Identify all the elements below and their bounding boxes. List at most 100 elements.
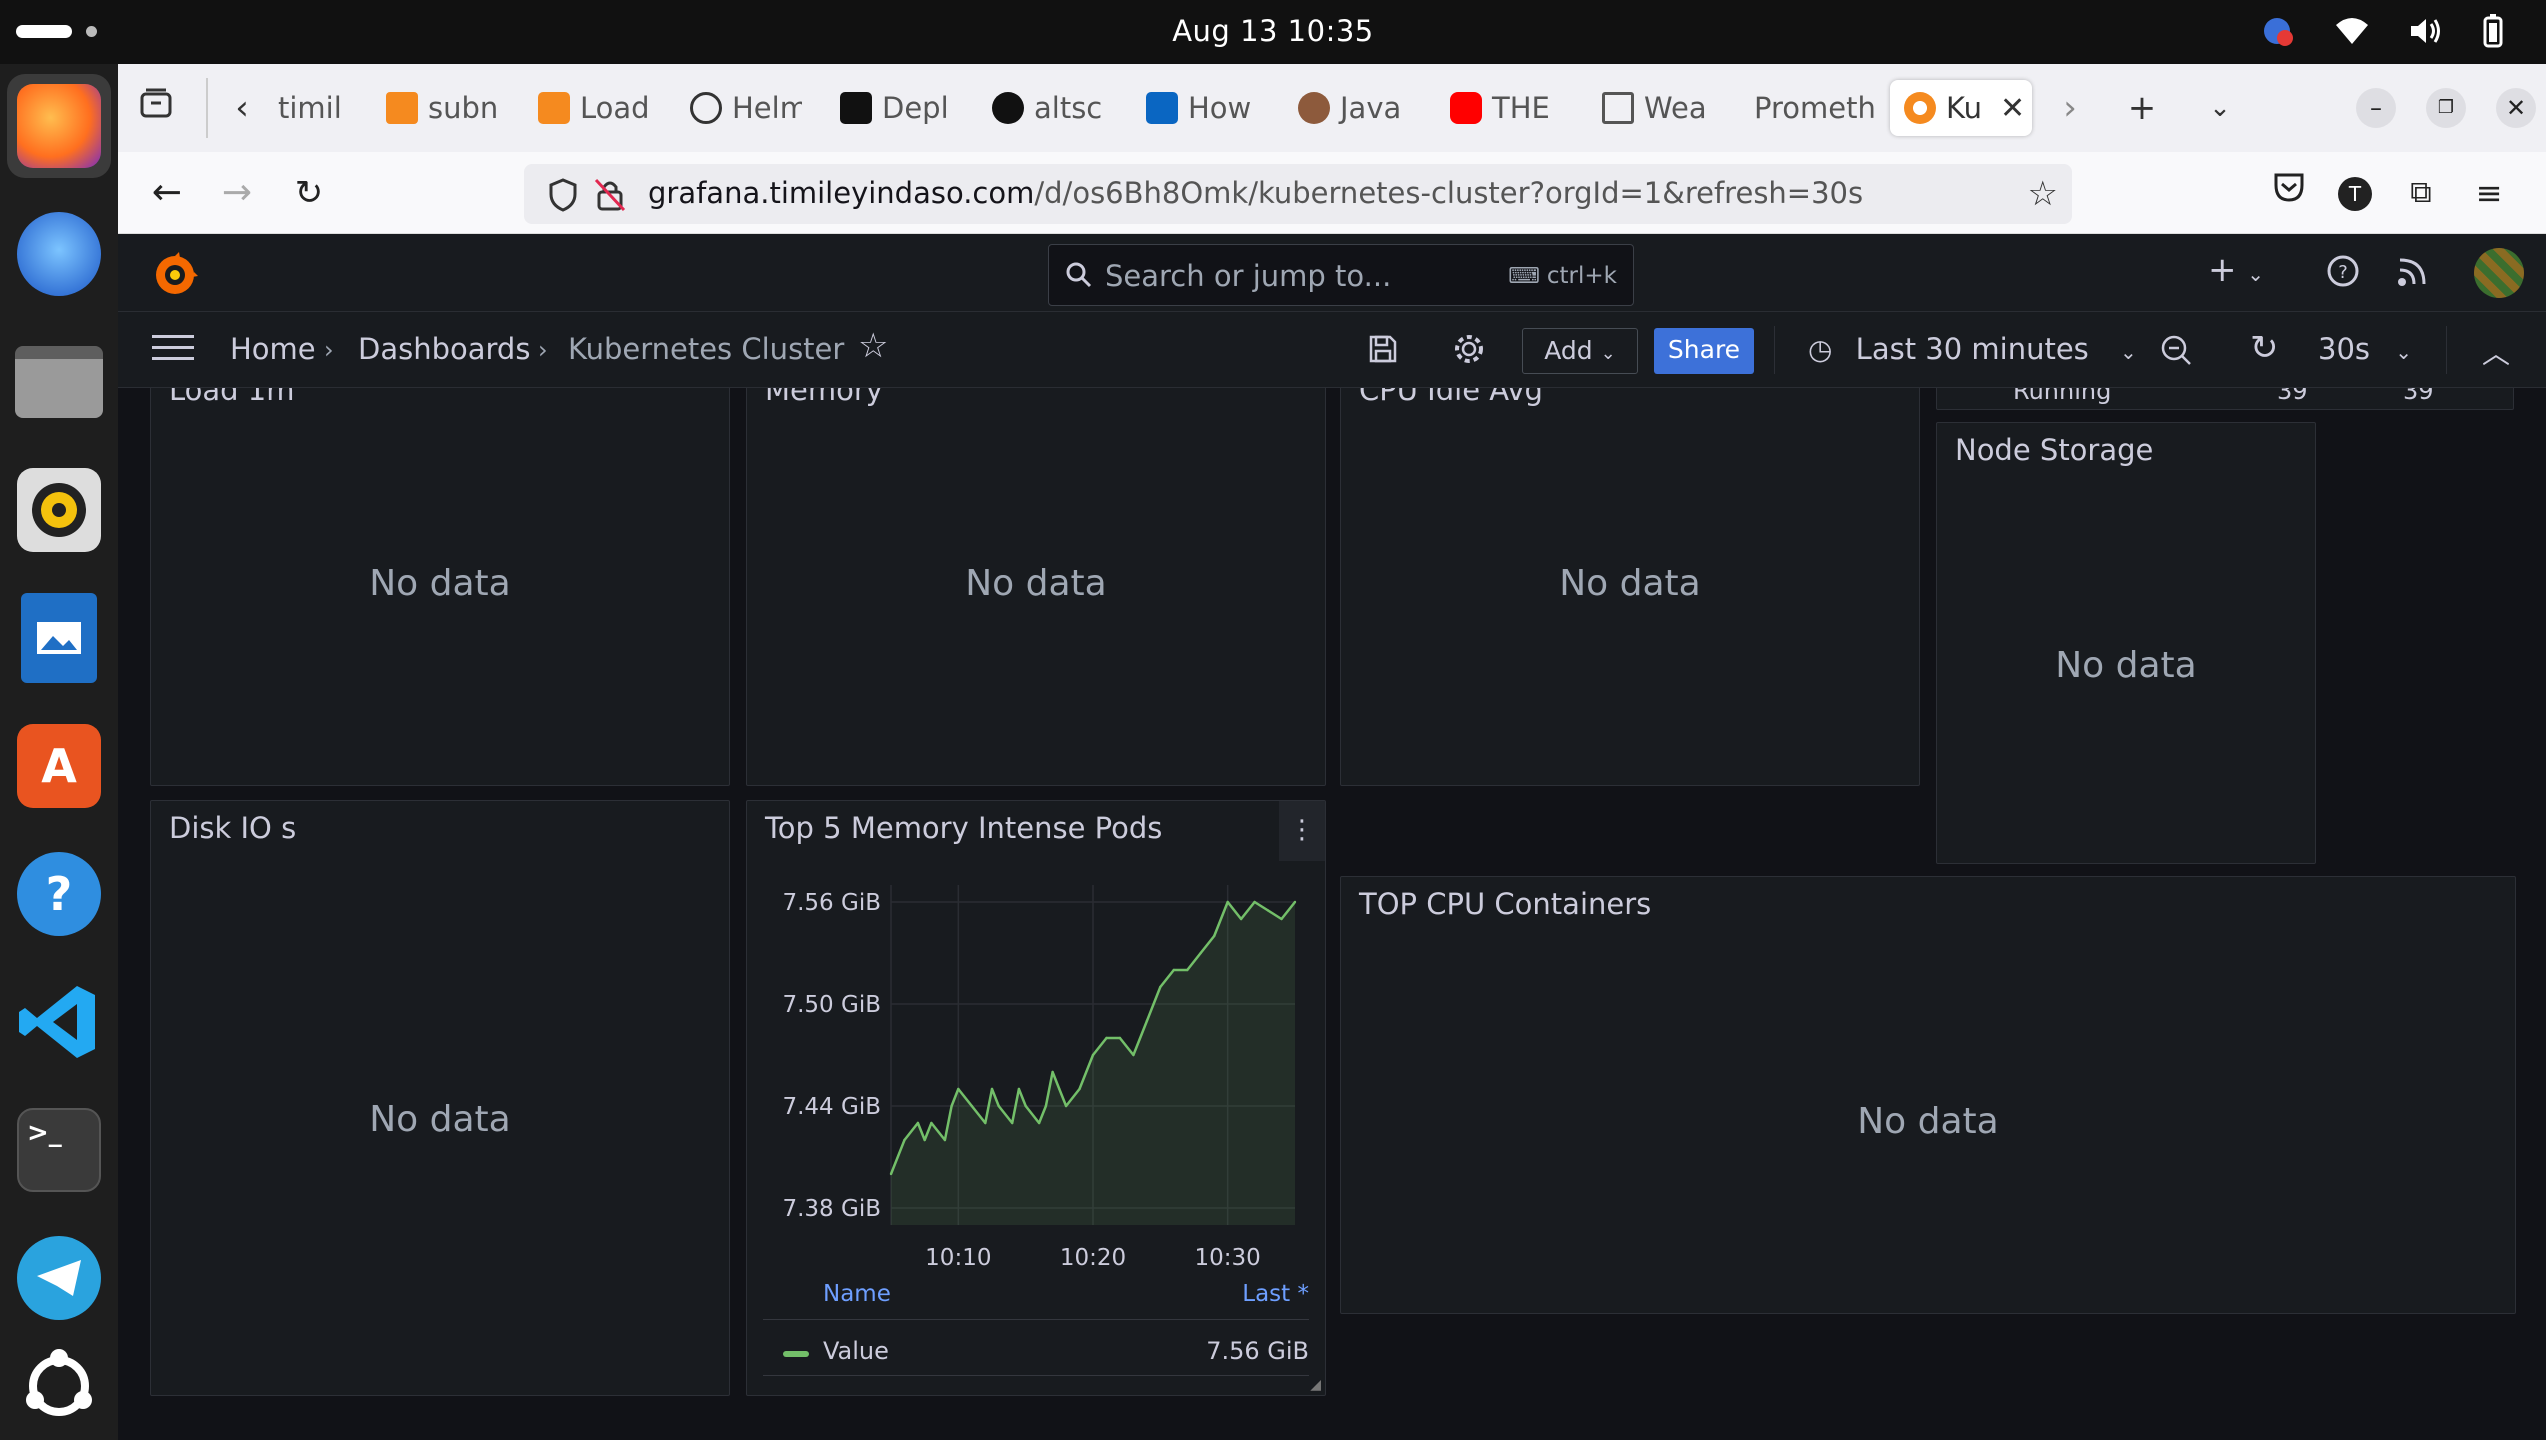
data-point: [1044, 1104, 1048, 1108]
shield-icon[interactable]: [548, 178, 578, 216]
dock-writer[interactable]: [7, 586, 111, 690]
extensions-icon[interactable]: ⧉: [2398, 170, 2444, 216]
tab-the[interactable]: THE: [1450, 80, 1562, 136]
favorite-star-icon[interactable]: ☆: [858, 326, 888, 366]
grafana-top-bar: Search or jump to... ⌨ ctrl+k + ⌄ ?: [118, 234, 2546, 312]
url-bar[interactable]: grafana.timileyindaso.com/d/os6Bh8Omk/ku…: [524, 164, 2072, 224]
tab-load[interactable]: Load: [538, 80, 650, 136]
user-avatar[interactable]: [2474, 248, 2524, 298]
memory-chart[interactable]: 7.56 GiB 7.50 GiB 7.44 GiB 7.38 GiB 10:10 10:…: [755, 885, 1315, 1305]
tab-depl[interactable]: Depl: [840, 80, 952, 136]
tab-subn[interactable]: subn: [386, 80, 498, 136]
panel-load[interactable]: Load 1m No data: [150, 388, 730, 786]
panel-pod-status[interactable]: Running 39 39: [1936, 388, 2514, 410]
data-point: [990, 1087, 994, 1091]
tab-timil[interactable]: timil: [278, 80, 386, 136]
panel-menu-kebab-icon[interactable]: ⋮: [1279, 801, 1325, 861]
hamburger-menu-icon[interactable]: [152, 332, 194, 368]
help-circle-icon[interactable]: ?: [2326, 254, 2360, 292]
panel-disk-io[interactable]: Disk IO s No data: [150, 800, 730, 1396]
tab-overview-icon[interactable]: [134, 86, 178, 130]
share-button[interactable]: Share: [1654, 328, 1754, 374]
system-tray[interactable]: [2260, 14, 2516, 48]
panel-memory[interactable]: Memory No data: [746, 388, 1326, 786]
legend-series-name[interactable]: Value: [823, 1337, 889, 1365]
tab-java[interactable]: Java: [1298, 80, 1410, 136]
data-point: [1253, 900, 1256, 904]
new-item-icon[interactable]: + ⌄: [2208, 250, 2264, 290]
breadcrumb-dashboards[interactable]: Dashboards: [358, 332, 530, 366]
system-clock[interactable]: Aug 13 10:35: [0, 14, 2546, 48]
scroll-tabs-right-icon[interactable]: ›: [2048, 86, 2092, 130]
dock-telegram[interactable]: [7, 1226, 111, 1330]
notification-icon[interactable]: [2260, 14, 2294, 48]
data-point: [1293, 900, 1297, 904]
dock-files[interactable]: [7, 330, 111, 434]
scroll-tabs-left-icon[interactable]: ‹: [220, 86, 264, 130]
wifi-icon[interactable]: [2334, 14, 2368, 48]
tab-wea[interactable]: Wea: [1602, 80, 1714, 136]
grafana-app: Search or jump to... ⌨ ctrl+k + ⌄ ? Home…: [118, 234, 2546, 1440]
close-window-icon[interactable]: ✕: [2496, 88, 2536, 128]
panel-node-storage[interactable]: Node Storage No data: [1936, 422, 2316, 864]
save-dashboard-icon[interactable]: [1368, 334, 1398, 368]
dock-vscode[interactable]: [7, 970, 111, 1074]
news-feed-icon[interactable]: [2396, 256, 2428, 292]
tab-helm[interactable]: Helm: [690, 80, 802, 136]
profile-avatar[interactable]: T: [2332, 170, 2378, 216]
dock-rhythmbox[interactable]: [7, 458, 111, 562]
toolbar-divider: [2446, 326, 2447, 374]
tab-divider: [206, 78, 208, 138]
tab-altsc[interactable]: altsc: [992, 80, 1104, 136]
dock-firefox[interactable]: [7, 74, 111, 178]
back-icon[interactable]: ←: [144, 170, 190, 216]
panel-top-memory-pods[interactable]: Top 5 Memory Intense Pods ⋮ 7.56 GiB 7.50…: [746, 800, 1326, 1396]
navigation-bar: ← → ↻ grafana.timileyindaso.com/d/os6Bh8…: [118, 152, 2546, 234]
reload-icon[interactable]: ↻: [286, 170, 332, 216]
zoom-out-icon[interactable]: [2160, 334, 2192, 370]
grafana-logo-icon[interactable]: [152, 252, 198, 302]
menu-icon[interactable]: ≡: [2466, 170, 2512, 216]
panel-cpu-idle[interactable]: CPU Idle Avg No data: [1340, 388, 1920, 786]
pointer-icon: [1602, 92, 1634, 124]
dock-thunderbird[interactable]: [7, 202, 111, 306]
breadcrumb-current: Kubernetes Cluster: [568, 332, 845, 366]
time-range-picker[interactable]: ◷ Last 30 minutes ⌄: [1808, 332, 2137, 366]
volume-icon[interactable]: [2408, 14, 2442, 48]
data-point: [1091, 1053, 1095, 1057]
dock-help[interactable]: ?: [7, 842, 111, 946]
forward-icon[interactable]: →: [214, 170, 260, 216]
refresh-icon[interactable]: ↻: [2250, 328, 2279, 368]
settings-gear-icon[interactable]: [1452, 332, 1486, 370]
dock-terminal[interactable]: >_: [7, 1098, 111, 1202]
data-point: [1132, 1053, 1135, 1057]
bookmark-star-icon[interactable]: ☆: [2028, 174, 2058, 214]
legend-header-name[interactable]: Name: [823, 1281, 891, 1307]
resize-handle-icon[interactable]: ◢: [1310, 1377, 1321, 1393]
battery-icon[interactable]: [2482, 14, 2516, 48]
data-point: [1011, 1121, 1014, 1125]
dock-show-apps[interactable]: [7, 1334, 111, 1438]
collapse-chevron-up-icon[interactable]: ︿: [2482, 332, 2510, 372]
tab-prometheus[interactable]: Prometh: [1754, 80, 1882, 136]
tab-grafana-active[interactable]: Ku ✕: [1890, 80, 2032, 136]
insecure-lock-icon[interactable]: [594, 178, 626, 216]
close-tab-icon[interactable]: ✕: [2000, 91, 2025, 126]
tab-how[interactable]: How: [1146, 80, 1258, 136]
maximize-icon[interactable]: ❐: [2426, 88, 2466, 128]
search-input[interactable]: Search or jump to... ⌨ ctrl+k: [1048, 244, 1634, 306]
data-point: [930, 1121, 933, 1125]
list-tabs-icon[interactable]: ⌄: [2198, 86, 2242, 130]
breadcrumb-home[interactable]: Home: [230, 332, 316, 366]
panel-top-cpu-containers[interactable]: TOP CPU Containers No data: [1340, 876, 2516, 1314]
add-button[interactable]: Add ⌄: [1522, 328, 1638, 374]
legend-header-last[interactable]: Last *: [1242, 1281, 1309, 1307]
minimize-icon[interactable]: –: [2356, 88, 2396, 128]
pocket-icon[interactable]: [2266, 170, 2312, 216]
dock-app-center[interactable]: A: [7, 714, 111, 818]
new-tab-icon[interactable]: +: [2120, 86, 2164, 130]
dashboard-toolbar: Home › Dashboards › Kubernetes Cluster ☆…: [118, 312, 2546, 388]
url-text[interactable]: grafana.timileyindaso.com/d/os6Bh8Omk/ku…: [648, 176, 1863, 210]
refresh-interval-picker[interactable]: 30s ⌄: [2318, 332, 2412, 366]
data-point: [1172, 968, 1175, 972]
